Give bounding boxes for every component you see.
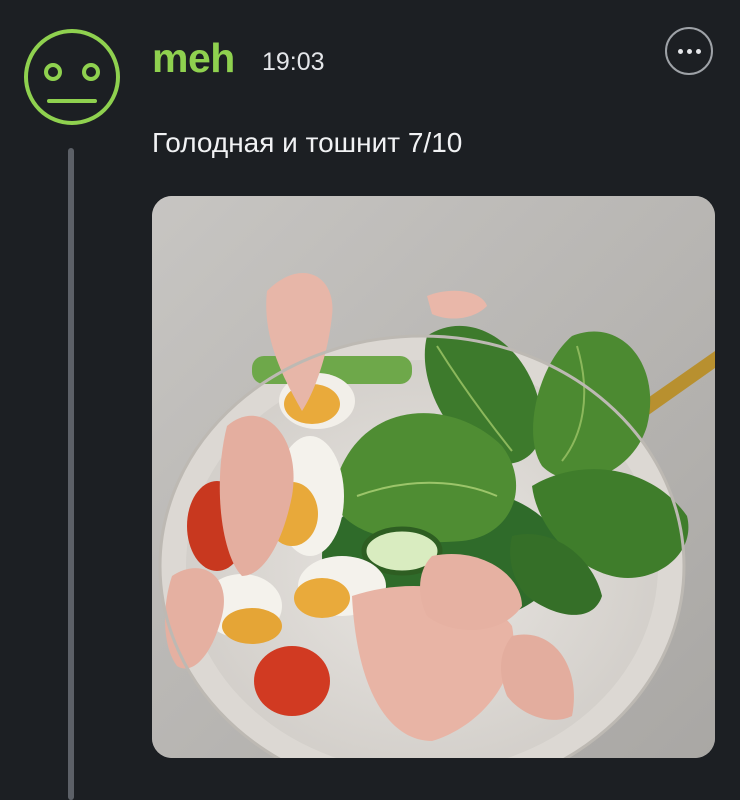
neutral-face-icon xyxy=(24,29,120,125)
more-options-button[interactable] xyxy=(665,27,713,75)
more-options-icon xyxy=(677,48,683,54)
more-options-dot xyxy=(695,48,701,54)
post: meh 19:03 Голодная и тошнит 7/10 xyxy=(0,0,740,800)
more-options-dot xyxy=(686,48,692,54)
post-photo[interactable] xyxy=(152,196,715,758)
thread-line xyxy=(68,148,74,800)
salad-bowl-photo xyxy=(152,196,715,758)
timestamp: 19:03 xyxy=(262,48,325,76)
username[interactable]: meh xyxy=(152,30,235,86)
avatar[interactable] xyxy=(23,28,121,126)
post-text: Голодная и тошнит 7/10 xyxy=(152,127,463,158)
